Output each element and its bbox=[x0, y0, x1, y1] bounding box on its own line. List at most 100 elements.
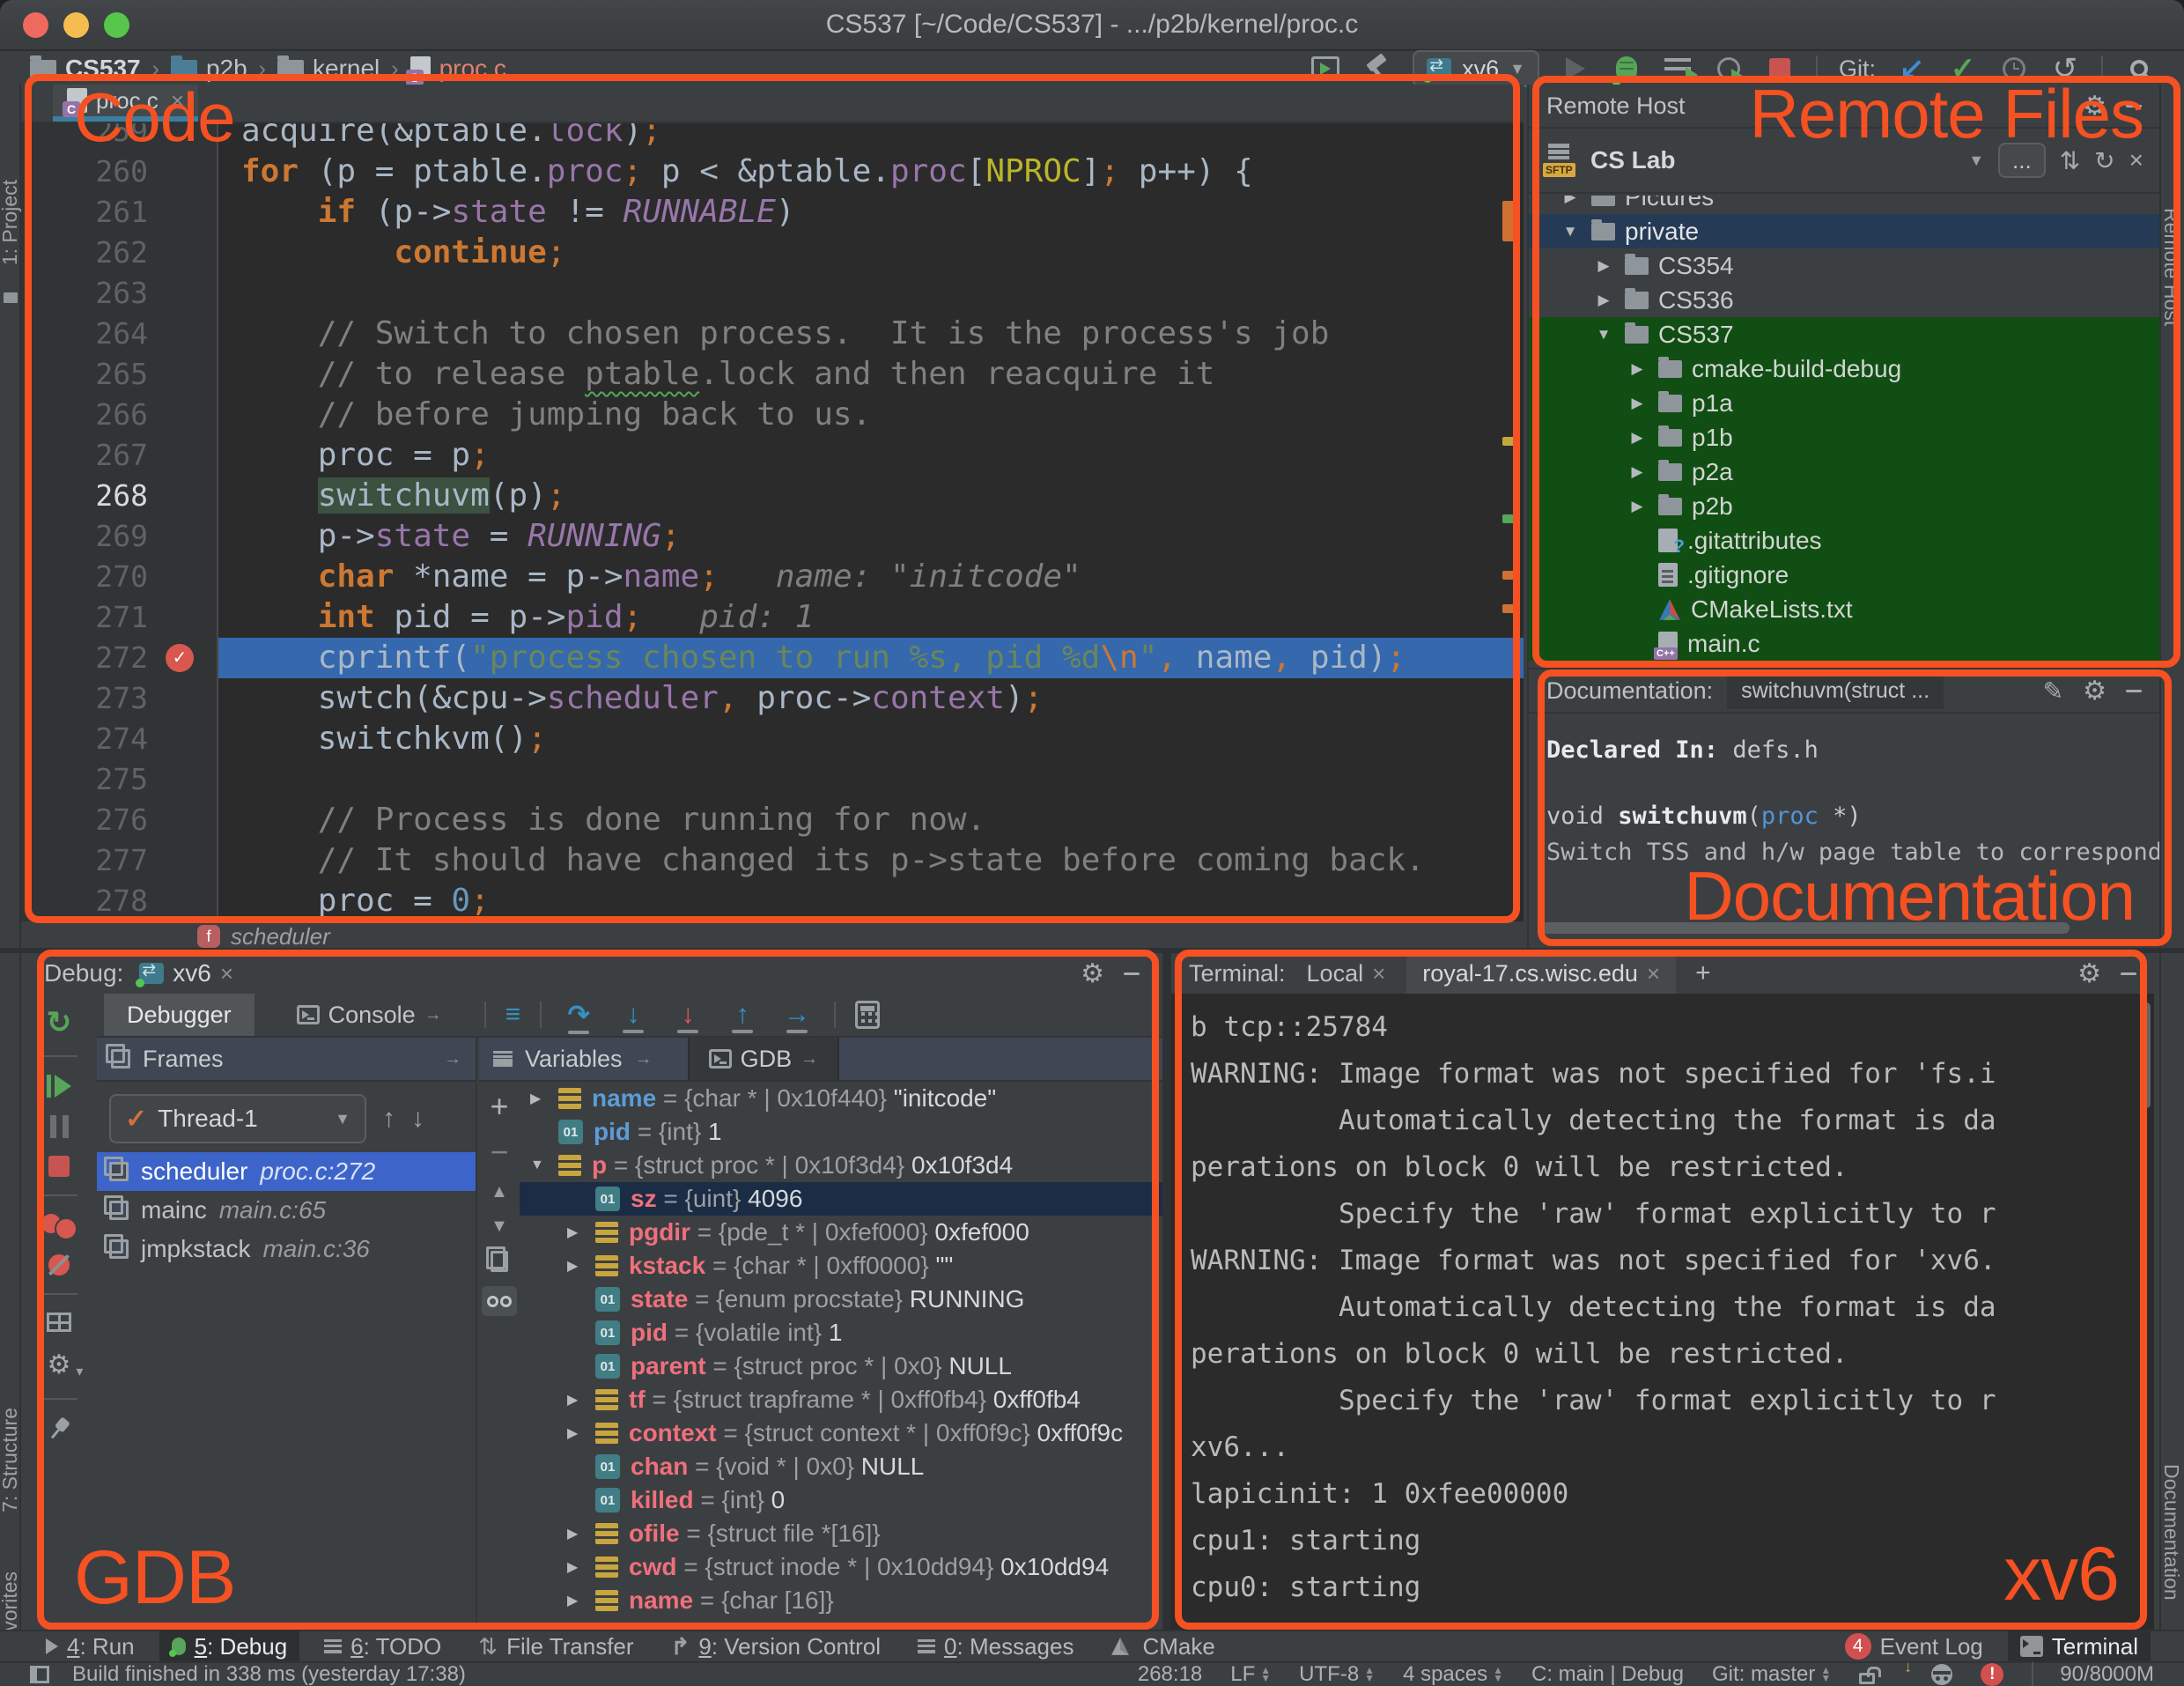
gear-icon[interactable]: ⚙ bbox=[2083, 91, 2107, 122]
chevron-right-icon[interactable]: ▶ bbox=[567, 1592, 595, 1609]
float-icon[interactable]: → bbox=[635, 1049, 653, 1069]
move-down-icon[interactable]: ▼ bbox=[491, 1216, 508, 1237]
view-breakpoints-icon[interactable] bbox=[41, 1214, 77, 1237]
collapse-all-icon[interactable]: ⇅ bbox=[2060, 146, 2080, 175]
variable-row-kstack[interactable]: ▶kstack = {char * | 0xff0000} "" bbox=[520, 1249, 1162, 1283]
status-icon-face[interactable] bbox=[1931, 1664, 1952, 1685]
toolwindow-button--run[interactable]: 4: Run bbox=[33, 1631, 147, 1662]
step-over-icon[interactable]: ↷ bbox=[561, 1000, 596, 1031]
minimize-icon[interactable] bbox=[2121, 972, 2136, 975]
tab-remote-session[interactable]: royal-17.cs.wisc.edu× bbox=[1406, 953, 1676, 994]
status-item-90-8000m[interactable]: 90/8000M bbox=[2032, 1662, 2154, 1686]
breadcrumb-kernel[interactable]: kernel bbox=[277, 55, 380, 83]
chevron-right-icon[interactable]: ▶ bbox=[1626, 463, 1649, 481]
tree-item-main-c[interactable]: main.c bbox=[1529, 626, 2159, 661]
minimize-icon[interactable] bbox=[2126, 105, 2142, 107]
chevron-right-icon[interactable]: ▶ bbox=[567, 1558, 595, 1576]
evaluate-expression-icon[interactable] bbox=[855, 1001, 880, 1029]
tab-debugger[interactable]: Debugger bbox=[104, 994, 255, 1036]
close-icon[interactable]: × bbox=[171, 87, 184, 115]
tree-item-cs536[interactable]: ▶CS536 bbox=[1529, 283, 2159, 317]
variable-row-parent[interactable]: 01parent = {struct proc * | 0x0} NULL bbox=[520, 1350, 1162, 1383]
minimize-icon[interactable] bbox=[2126, 690, 2142, 692]
more-button[interactable]: ... bbox=[1998, 143, 2046, 178]
code-line[interactable]: 272✓ cprintf("process chosen to run %s, … bbox=[21, 638, 1524, 678]
variable-row-pid[interactable]: 01pid = {volatile int} 1 bbox=[520, 1316, 1162, 1350]
chevron-right-icon[interactable]: ▶ bbox=[567, 1525, 595, 1542]
toolwindow-button--debug[interactable]: 5: Debug bbox=[159, 1631, 300, 1662]
breadcrumb-p2b[interactable]: p2b bbox=[171, 55, 247, 83]
search-everywhere-button[interactable] bbox=[2124, 52, 2154, 85]
tree-item-cs354[interactable]: ▶CS354 bbox=[1529, 248, 2159, 283]
tab-gdb[interactable]: GDB → bbox=[688, 1038, 840, 1080]
toolwindow-button-event-log[interactable]: 4Event Log bbox=[1833, 1631, 1996, 1662]
chevron-right-icon[interactable]: ▶ bbox=[567, 1424, 595, 1442]
status-item-c-main-debug[interactable]: C: main | Debug bbox=[1531, 1662, 1684, 1686]
run-configuration-select[interactable]: xv6▼ bbox=[1413, 50, 1539, 87]
move-up-icon[interactable]: ▲ bbox=[491, 1182, 508, 1202]
run-tool-window-button[interactable] bbox=[1310, 52, 1340, 85]
run-to-cursor-icon[interactable]: → bbox=[779, 1000, 815, 1030]
variable-row-name[interactable]: ▶name = {char [16]} bbox=[520, 1584, 1162, 1617]
chevron-right-icon[interactable]: ▶ bbox=[530, 1090, 558, 1107]
scrollbar-marker-yellow[interactable] bbox=[1502, 437, 1516, 446]
run-button[interactable] bbox=[1561, 52, 1590, 85]
toolwindow-button--todo[interactable]: 6: TODO bbox=[312, 1631, 454, 1662]
pin-icon[interactable] bbox=[43, 1413, 76, 1446]
status-item-utf-8[interactable]: UTF-8▲▼ bbox=[1299, 1662, 1375, 1686]
status-item-4-spaces[interactable]: 4 spaces▲▼ bbox=[1403, 1662, 1503, 1686]
breadcrumb-file[interactable]: proc.c bbox=[410, 55, 506, 83]
tree-item--gitignore[interactable]: .gitignore bbox=[1529, 558, 2159, 592]
gear-icon[interactable]: ⚙ bbox=[2077, 958, 2101, 989]
rerun-icon[interactable]: ↻ bbox=[47, 1008, 72, 1038]
variable-row-pid[interactable]: 01pid = {int} 1 bbox=[520, 1115, 1162, 1149]
code-line[interactable]: 261 if (p->state != RUNNABLE) bbox=[21, 192, 1524, 233]
chevron-right-icon[interactable]: ▶ bbox=[1626, 429, 1649, 447]
status-item-268-18[interactable]: 268:18 bbox=[1138, 1662, 1202, 1686]
close-icon[interactable]: × bbox=[1372, 960, 1385, 987]
show-watches-toggle[interactable] bbox=[482, 1286, 517, 1316]
remove-watch-button[interactable]: − bbox=[490, 1136, 508, 1168]
code-line[interactable]: 266 // before jumping back to us. bbox=[21, 395, 1524, 435]
debug-session-tab[interactable]: xv6 × bbox=[139, 959, 233, 987]
chevron-right-icon[interactable]: ▶ bbox=[1626, 360, 1649, 378]
documentation-tab[interactable]: switchuvm(struct ... bbox=[1727, 673, 1944, 709]
step-out-icon[interactable]: ↑ bbox=[725, 1000, 760, 1030]
chevron-right-icon[interactable]: ▶ bbox=[1592, 257, 1615, 275]
code-line[interactable]: 278 proc = 0; bbox=[21, 881, 1524, 921]
code-line[interactable]: 262 continue; bbox=[21, 233, 1524, 273]
sidebar-item-remote-host[interactable]: Remote Host bbox=[2159, 208, 2183, 326]
code-line[interactable]: 259acquire(&ptable.lock); bbox=[21, 123, 1524, 152]
close-icon[interactable]: × bbox=[220, 960, 233, 987]
code-line[interactable]: 274 switchkvm(); bbox=[21, 719, 1524, 759]
toolwindow-button-cmake[interactable]: CMake bbox=[1098, 1631, 1227, 1662]
code-editor[interactable]: 259acquire(&ptable.lock);260for (p = pta… bbox=[21, 123, 1524, 921]
git-commit-button[interactable]: ✓ bbox=[1948, 52, 1978, 85]
server-name[interactable]: CS Lab bbox=[1590, 146, 1675, 174]
code-line[interactable]: 265 // to release ptable.lock and then r… bbox=[21, 354, 1524, 395]
edit-icon[interactable]: ✎ bbox=[2043, 677, 2063, 706]
variable-row-chan[interactable]: 01chan = {void * | 0x0} NULL bbox=[520, 1450, 1162, 1483]
vertical-scrollbar[interactable] bbox=[2143, 1002, 2151, 1108]
minimize-window-button[interactable] bbox=[63, 12, 89, 38]
next-frame-button[interactable]: ↓ bbox=[411, 1104, 424, 1134]
minimize-icon[interactable] bbox=[1124, 972, 1140, 975]
scrollbar-marker-orange[interactable] bbox=[1502, 604, 1516, 613]
scrollbar-marker-orange[interactable] bbox=[1502, 201, 1516, 241]
tree-item-cmakelists-txt[interactable]: CMakeLists.txt bbox=[1529, 592, 2159, 626]
variable-row-cwd[interactable]: ▶cwd = {struct inode * | 0x10dd94} 0x10d… bbox=[520, 1550, 1162, 1584]
tool-window-switcher-icon[interactable] bbox=[30, 1666, 49, 1683]
variable-row-killed[interactable]: 01killed = {int} 0 bbox=[520, 1483, 1162, 1517]
code-line[interactable]: 270 char *name = p->name; name: "initcod… bbox=[21, 557, 1524, 597]
git-history-button[interactable] bbox=[1999, 52, 2029, 85]
gear-icon[interactable]: ⚙ bbox=[2083, 676, 2107, 706]
close-icon[interactable]: × bbox=[1647, 960, 1660, 987]
copy-icon[interactable] bbox=[491, 1251, 508, 1272]
scrollbar-marker-green[interactable] bbox=[1502, 514, 1516, 523]
chevron-right-icon[interactable]: ▶ bbox=[1626, 498, 1649, 515]
git-update-button[interactable]: ↙ bbox=[1897, 52, 1927, 85]
profiler-button[interactable] bbox=[1714, 52, 1744, 85]
chevron-down-icon[interactable]: ▼ bbox=[1559, 223, 1582, 240]
code-line[interactable]: 260for (p = ptable.proc; p < &ptable.pro… bbox=[21, 152, 1524, 192]
tree-item-p1a[interactable]: ▶p1a bbox=[1529, 386, 2159, 420]
